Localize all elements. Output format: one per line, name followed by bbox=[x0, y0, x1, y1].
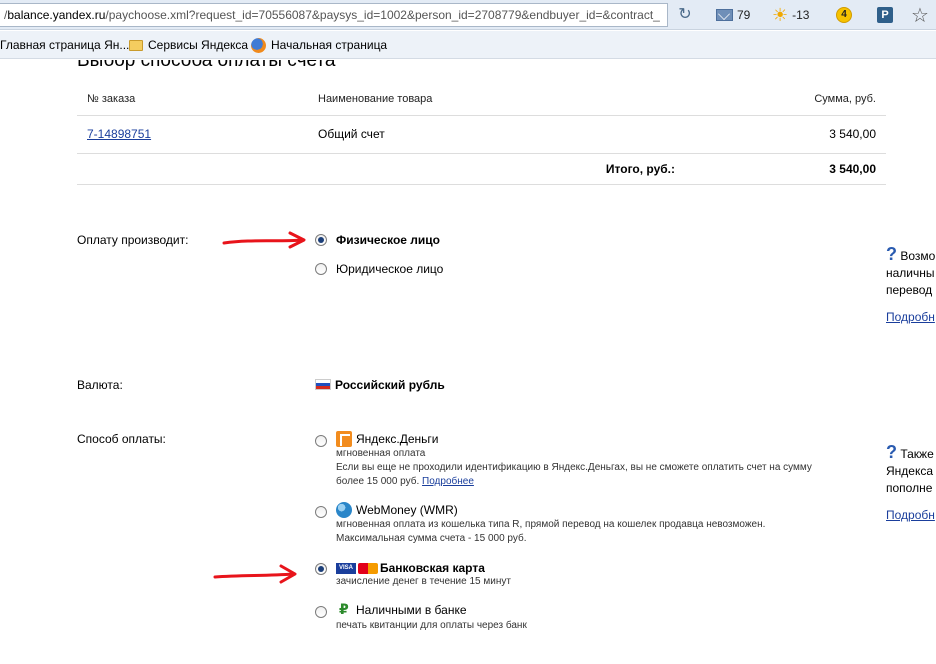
help-question-icon: ? bbox=[886, 442, 897, 462]
currency-name: Российский рубль bbox=[335, 378, 445, 392]
method-webmoney-note: мгновенная оплата из кошелька типа R, пр… bbox=[336, 518, 765, 546]
payer-help: ? Возмо наличны перевод Подробн bbox=[886, 244, 936, 326]
help-question-icon: ? bbox=[886, 244, 897, 264]
mail-icon bbox=[716, 9, 733, 21]
yandex-money-icon bbox=[336, 431, 352, 447]
bookmark-start-page[interactable]: Начальная страница bbox=[251, 31, 387, 59]
method-webmoney-label[interactable]: WebMoney (WMR) bbox=[356, 503, 458, 517]
mail-widget[interactable]: 79 bbox=[716, 5, 750, 25]
table-row: 7-14898751 Общий счет 3 540,00 bbox=[77, 115, 886, 153]
browser-toolbar: /balance.yandex.ru/paychoose.xml?request… bbox=[0, 0, 936, 30]
header-name: Наименование товара bbox=[318, 93, 433, 106]
address-bar[interactable]: /balance.yandex.ru/paychoose.xml?request… bbox=[0, 3, 668, 27]
badge-icon: 4 bbox=[836, 7, 852, 23]
method-cash-radio[interactable] bbox=[315, 606, 327, 618]
red-arrow-icon bbox=[213, 564, 297, 584]
folder-icon bbox=[129, 39, 143, 51]
method-webmoney-radio[interactable] bbox=[315, 506, 327, 518]
russia-flag-icon bbox=[315, 379, 331, 390]
reload-icon[interactable]: ↻ bbox=[672, 4, 698, 26]
method-cash-note: печать квитанции для оплаты через банк bbox=[336, 620, 527, 631]
method-bank-card-label[interactable]: Банковская карта bbox=[380, 561, 485, 575]
payer-legal-radio[interactable] bbox=[315, 263, 327, 275]
help-line: наличны bbox=[886, 266, 935, 280]
method-cash-label[interactable]: Наличными в банке bbox=[356, 603, 467, 617]
webmoney-icon bbox=[336, 502, 352, 518]
currency-label: Валюта: bbox=[77, 378, 123, 392]
order-link[interactable]: 7-14898751 bbox=[87, 127, 151, 141]
method-yandex-money-label[interactable]: Яндекс.Деньги bbox=[356, 432, 438, 446]
method-help: ? Также Яндекса пополне Подробн bbox=[886, 442, 935, 524]
parking-icon: P bbox=[877, 7, 893, 23]
bookmark-star-icon[interactable]: ☆ bbox=[911, 3, 929, 28]
url-path: /paychoose.xml?request_id=70556087&paysy… bbox=[105, 8, 660, 22]
note-line: Максимальная сумма счета - 15 000 руб. bbox=[336, 533, 527, 544]
table-header: № заказа Наименование товара Сумма, руб. bbox=[77, 84, 886, 115]
weather-value: -13 bbox=[792, 8, 810, 22]
header-sum: Сумма, руб. bbox=[814, 93, 876, 106]
page-content: Выбор способа оплаты счета № заказа Наим… bbox=[0, 60, 936, 664]
bookmark-label: Сервисы Яндекса bbox=[148, 38, 249, 52]
bookmark-yandex-home[interactable]: Главная страница Ян... bbox=[0, 31, 129, 59]
note-line: мгновенная оплата bbox=[336, 448, 426, 459]
method-yandex-money-note: мгновенная оплата Если вы еще не проходи… bbox=[336, 447, 812, 489]
note-line: более 15 000 руб. bbox=[336, 476, 420, 487]
firefox-icon bbox=[251, 37, 266, 53]
currency-value: Российский рубль bbox=[315, 378, 445, 392]
red-arrow-icon bbox=[222, 231, 306, 249]
payer-individual-radio[interactable] bbox=[315, 234, 327, 246]
bookmark-yandex-services[interactable]: Сервисы Яндекса bbox=[129, 31, 248, 59]
table-total-row: Итого, руб.: 3 540,00 bbox=[77, 153, 886, 184]
bank-card-icon: VISA bbox=[336, 563, 378, 574]
help-line: перевод bbox=[886, 283, 933, 297]
help-line: Яндекса bbox=[886, 464, 934, 478]
method-yandex-money-radio[interactable] bbox=[315, 435, 327, 447]
header-order: № заказа bbox=[87, 93, 136, 106]
help-line: Также bbox=[900, 447, 934, 461]
note-line: Если вы еще не проходили идентификацию в… bbox=[336, 462, 812, 473]
yandex-money-more-link[interactable]: Подробнее bbox=[422, 476, 474, 487]
help-line: Возмо bbox=[900, 249, 936, 263]
method-bank-card-note: зачисление денег в течение 15 минут bbox=[336, 576, 511, 587]
extension-p[interactable]: P bbox=[877, 5, 893, 25]
bookmark-label: Начальная страница bbox=[271, 38, 388, 52]
method-bank-card-radio[interactable] bbox=[315, 563, 327, 575]
total-label: Итого, руб.: bbox=[605, 161, 675, 176]
order-sum: 3 540,00 bbox=[829, 127, 876, 141]
sun-icon: ☀ bbox=[772, 5, 789, 25]
payer-label: Оплату производит: bbox=[77, 233, 189, 247]
bookmarks-bar: Главная страница Ян... Сервисы Яндекса Н… bbox=[0, 31, 936, 59]
total-value: 3 540,00 bbox=[829, 161, 876, 176]
help-more-link[interactable]: Подробн bbox=[886, 508, 935, 522]
mail-count: 79 bbox=[737, 8, 751, 22]
note-line: мгновенная оплата из кошелька типа R, пр… bbox=[336, 519, 766, 530]
badge-widget[interactable]: 4 bbox=[836, 5, 852, 25]
method-label: Способ оплаты: bbox=[77, 432, 166, 446]
order-name: Общий счет bbox=[318, 127, 385, 141]
url-host: balance.yandex.ru bbox=[7, 8, 106, 22]
help-more-link[interactable]: Подробн bbox=[886, 310, 935, 324]
orders-table: № заказа Наименование товара Сумма, руб.… bbox=[77, 84, 886, 185]
weather-widget[interactable]: ☀ -13 bbox=[772, 5, 809, 25]
payer-legal-label[interactable]: Юридическое лицо bbox=[336, 262, 443, 276]
help-line: пополне bbox=[886, 481, 933, 495]
payer-individual-label[interactable]: Физическое лицо bbox=[336, 233, 440, 247]
bookmark-label: Главная страница Ян... bbox=[0, 38, 130, 52]
ruble-icon: ₽ bbox=[339, 601, 349, 617]
page-title: Выбор способа оплаты счета bbox=[77, 60, 336, 71]
